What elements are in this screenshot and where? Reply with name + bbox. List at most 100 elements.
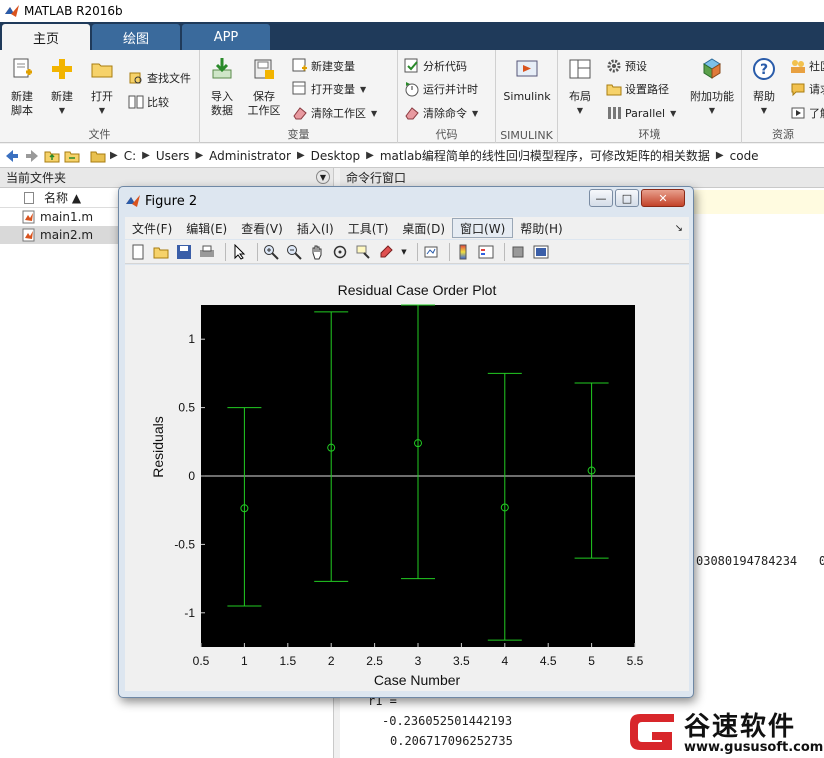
app-title: MATLAB R2016b — [24, 4, 123, 18]
residual-plot[interactable]: 0.5 1 1.5 2 2.5 3 3.5 4 4.5 5 5.5 -1 -0.5 0 0.5 1 Resi… — [125, 265, 689, 691]
breadcrumb-administrator[interactable]: Administrator — [209, 149, 291, 163]
y-axis-label: Residuals — [150, 416, 166, 477]
toolbar-separator — [225, 242, 226, 261]
insert-colorbar-button[interactable] — [454, 243, 472, 261]
new-button[interactable]: 新建 ▼ — [42, 54, 82, 118]
command-output-line: 03080194784234 0. — [696, 554, 824, 568]
data-cursor-button[interactable] — [354, 243, 372, 261]
analyze-code-button[interactable]: 分析代码 — [404, 56, 467, 76]
menu-edit[interactable]: 编辑(E) — [179, 218, 234, 238]
menu-insert[interactable]: 插入(I) — [290, 218, 341, 238]
rotate-3d-button[interactable] — [331, 243, 349, 261]
new-script-button[interactable]: 新建 脚本 — [2, 54, 42, 118]
zoom-out-button[interactable] — [285, 243, 303, 261]
help-button[interactable]: ? 帮助 ▼ — [744, 54, 784, 118]
new-script-label: 新建 脚本 — [11, 90, 33, 117]
show-plot-tools-button[interactable] — [532, 243, 550, 261]
open-button[interactable]: 打开 ▼ — [82, 54, 122, 118]
panel-menu-icon[interactable]: ▼ — [316, 170, 330, 184]
figure-titlebar[interactable]: Figure 2 — □ ✕ — [119, 187, 693, 215]
run-and-time-button[interactable]: 运行并计时 — [404, 79, 478, 99]
new-variable-button[interactable]: 新建变量 — [292, 56, 355, 76]
find-files-icon — [129, 72, 142, 84]
analyze-code-icon — [404, 58, 418, 73]
dock-arrow-icon[interactable]: ↘ — [675, 223, 683, 234]
new-figure-button[interactable] — [129, 243, 147, 261]
mfile-icon — [22, 210, 35, 224]
breadcrumb-project-folder[interactable]: matlab编程简单的线性回归模型程序，可修改矩阵的相关数据 — [380, 147, 710, 164]
chart-title: Residual Case Order Plot — [338, 282, 497, 298]
x-tick-label: 1.5 — [279, 654, 296, 668]
figure-title: Figure 2 — [145, 193, 198, 209]
maximize-button[interactable]: □ — [615, 189, 639, 207]
up-folder-icon[interactable] — [44, 148, 60, 164]
x-tick-label: 1 — [241, 654, 248, 668]
hide-plot-tools-button[interactable] — [509, 243, 527, 261]
breadcrumb-drive[interactable]: C: — [124, 149, 136, 163]
file-header-icon — [24, 191, 34, 204]
minimize-button[interactable]: — — [589, 189, 613, 207]
set-path-label: 设置路径 — [625, 83, 669, 96]
save-workspace-button[interactable]: 保存 工作区 — [244, 54, 284, 118]
breadcrumb-code[interactable]: code — [730, 149, 759, 163]
browse-folder-icon[interactable] — [64, 148, 80, 164]
clear-workspace-button[interactable]: 清除工作区 ▼ — [292, 103, 377, 123]
tab-apps[interactable]: APP — [182, 24, 270, 50]
help-icon: ? — [753, 58, 775, 80]
menu-desktop[interactable]: 桌面(D) — [395, 218, 452, 238]
addons-label: 附加功能 — [690, 90, 734, 103]
current-folder-title: 当前文件夹 — [6, 171, 67, 185]
request-support-button[interactable]: 请求 — [790, 79, 824, 99]
tab-home[interactable]: 主页 — [2, 24, 90, 50]
find-files-button[interactable]: 查找文件 — [128, 68, 191, 88]
insert-legend-button[interactable] — [477, 243, 495, 261]
menu-file[interactable]: 文件(F) — [125, 218, 179, 238]
menu-help[interactable]: 帮助(H) — [513, 218, 569, 238]
show-tools-icon — [533, 245, 549, 258]
simulink-label: Simulink — [503, 90, 551, 103]
community-button[interactable]: 社区 — [790, 56, 824, 76]
open-file-button[interactable] — [152, 243, 170, 261]
compare-button[interactable]: 比较 — [128, 92, 169, 112]
breadcrumb-desktop[interactable]: Desktop — [311, 149, 361, 163]
layout-icon — [569, 59, 591, 79]
set-path-button[interactable]: 设置路径 — [606, 79, 669, 99]
clear-workspace-label: 清除工作区 — [311, 107, 366, 120]
layout-button[interactable]: 布局 ▼ — [560, 54, 600, 118]
pan-button[interactable] — [308, 243, 326, 261]
menu-tools[interactable]: 工具(T) — [341, 218, 396, 238]
simulink-button[interactable]: Simulink — [500, 54, 554, 104]
import-data-button[interactable]: 导入 数据 — [202, 54, 242, 118]
close-button[interactable]: ✕ — [641, 189, 685, 207]
save-figure-button[interactable] — [175, 243, 193, 261]
edit-plot-button[interactable] — [230, 243, 248, 261]
app-titlebar: MATLAB R2016b — [0, 0, 824, 22]
open-variable-button[interactable]: 打开变量 ▼ — [292, 79, 366, 99]
y-tick-label: -0.5 — [174, 537, 195, 551]
menu-window[interactable]: 窗口(W) — [452, 218, 514, 238]
root-folder-icon — [90, 151, 106, 162]
forward-arrow-icon[interactable] — [24, 148, 40, 164]
figure-window[interactable]: Figure 2 — □ ✕ 文件(F) 编辑(E) 查看(V) 插入(I) 工… — [118, 186, 694, 698]
request-support-icon — [791, 83, 805, 97]
figure-canvas[interactable]: 0.5 1 1.5 2 2.5 3 3.5 4 4.5 5 5.5 -1 -0.5 0 0.5 1 Resi… — [125, 265, 689, 691]
new-script-icon — [13, 58, 32, 78]
brush-button[interactable] — [377, 243, 395, 261]
brush-dropdown[interactable]: ▼ — [400, 243, 408, 261]
back-arrow-icon[interactable] — [4, 148, 20, 164]
menu-view[interactable]: 查看(V) — [234, 218, 290, 238]
tab-plots[interactable]: 绘图 — [92, 24, 180, 50]
zoom-in-button[interactable] — [262, 243, 280, 261]
breadcrumb-users[interactable]: Users — [156, 149, 190, 163]
addons-button[interactable]: 附加功能 ▼ — [686, 54, 738, 118]
chevron-down-icon: ▼ — [371, 108, 378, 118]
new-file-icon — [132, 244, 144, 259]
parallel-button[interactable]: Parallel ▼ — [606, 103, 676, 123]
link-plot-button[interactable] — [422, 243, 440, 261]
preferences-button[interactable]: 预设 — [606, 56, 647, 76]
print-figure-button[interactable] — [198, 243, 216, 261]
clear-commands-button[interactable]: 清除命令 ▼ — [404, 103, 478, 123]
minimize-icon: — — [595, 191, 607, 205]
ribbon-group-environment-label: 环境 — [638, 128, 661, 141]
learn-matlab-button[interactable]: 了解 — [790, 103, 824, 123]
